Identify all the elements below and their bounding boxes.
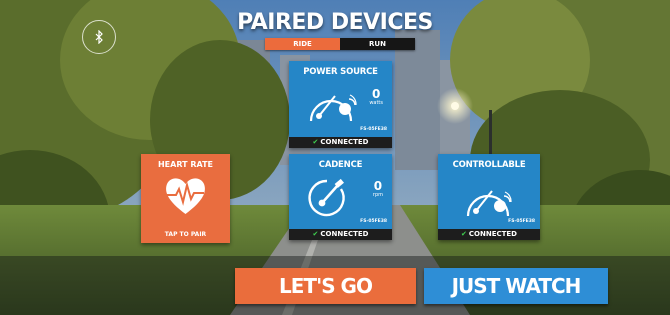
cadence-label: CADENCE (318, 160, 363, 170)
controllable-status: ✔ CONNECTED (438, 229, 540, 240)
cadence-unit: rpm (372, 192, 383, 198)
controllable-tile[interactable]: CONTROLLABLE FS-05FE38 ✔ CONNECTED (438, 154, 540, 240)
page-title: PAIRED DEVICES (237, 10, 433, 35)
sport-toggle: RIDE RUN (265, 38, 415, 50)
power-reading: 0 watts (369, 88, 383, 106)
controllable-sensor-id: FS-05FE38 (508, 219, 535, 224)
trainer-icon (466, 190, 512, 217)
cadence-crank-icon (308, 178, 345, 217)
power-status: ✔ CONNECTED (289, 137, 392, 148)
tab-ride[interactable]: RIDE (265, 38, 340, 50)
cadence-reading: 0 rpm (373, 180, 383, 198)
heart-rate-tile[interactable]: HEART RATE TAP TO PAIR (141, 154, 230, 243)
power-source-label: POWER SOURCE (303, 67, 378, 77)
tap-to-pair-label: TAP TO PAIR (164, 231, 207, 238)
checkmark-icon: ✔ (461, 230, 467, 238)
cadence-value: 0 (373, 179, 383, 193)
controllable-status-text: CONNECTED (468, 230, 517, 238)
power-status-text: CONNECTED (320, 138, 369, 146)
heart-pulse-icon (166, 178, 205, 214)
power-meter-icon (309, 94, 357, 122)
checkmark-icon: ✔ (312, 230, 319, 238)
heart-rate-label: HEART RATE (157, 160, 214, 169)
cadence-sensor-id: FS-05FE38 (360, 219, 387, 224)
cadence-status-text: CONNECTED (320, 230, 369, 238)
power-unit: watts (369, 100, 383, 106)
cadence-status: ✔ CONNECTED (289, 229, 392, 240)
power-value: 0 (371, 87, 381, 101)
controllable-label: CONTROLLABLE (452, 160, 526, 170)
lets-go-button[interactable]: LET'S GO (235, 268, 416, 304)
power-source-tile[interactable]: POWER SOURCE 0 watts FS-05FE38 ✔ CONNECTE… (289, 61, 392, 148)
paired-devices-screen: PAIRED DEVICES RIDE RUN POWER SOURCE 0 w… (0, 0, 670, 315)
power-sensor-id: FS-05FE38 (360, 127, 387, 132)
tab-run[interactable]: RUN (340, 38, 415, 50)
just-watch-button[interactable]: JUST WATCH (424, 268, 608, 304)
checkmark-icon: ✔ (312, 138, 319, 146)
cadence-tile[interactable]: CADENCE 0 rpm FS-05FE38 ✔ CONNECTED (289, 154, 392, 240)
